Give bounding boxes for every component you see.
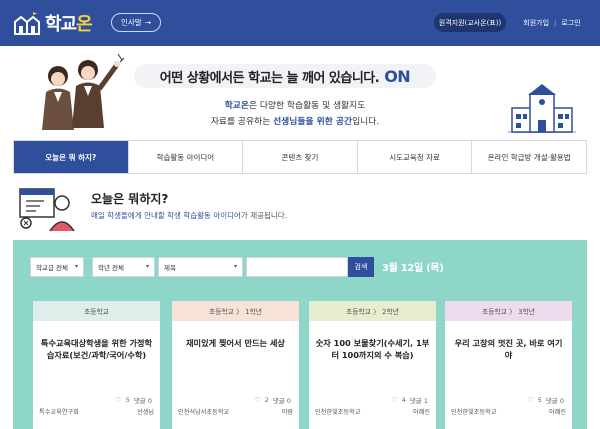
logo-text-on: 온	[76, 14, 93, 35]
heart-icon[interactable]: ♡	[255, 396, 261, 404]
hero-sub-line2c: 입니다.	[352, 117, 380, 127]
card-category: 초등학교 〉 3학년	[445, 301, 572, 321]
school-house-icon	[14, 12, 40, 35]
card-likes: 4	[401, 396, 406, 404]
current-date: 3월 12일 (목)	[382, 263, 444, 274]
card-title: 숫자 100 보물찾기(수세기, 1부터 100까지의 수 복습)	[315, 338, 430, 360]
activity-card[interactable]: 초등학교 〉 1학년 재미있게 찢어서 만드는 세상 ♡ 2 댓글 0 인천석남…	[172, 301, 299, 429]
search-button[interactable]: 검색	[348, 257, 374, 277]
hero-headline-text: 어떤 상황에서든 학교는 늘 깨어 있습니다.	[159, 70, 380, 86]
hero-headline: 어떤 상황에서든 학교는 늘 깨어 있습니다. ON	[134, 64, 436, 88]
hero-sub-line1: 은 다양한 학습활동 및 생활지도	[248, 101, 366, 111]
card-category: 초등학교	[33, 301, 160, 321]
card-org: 인천한빛초등학교	[315, 409, 361, 416]
grade-select[interactable]: 학년 전체 ▾	[92, 257, 155, 277]
heart-icon[interactable]: ♡	[116, 396, 122, 404]
card-org: 인천한빛초등학교	[451, 409, 497, 416]
hero-description: 학교온은 다양한 학습활동 및 생활지도 자료를 공유하는 선생님들을 위한 공…	[150, 98, 440, 130]
hero-sub-highlight: 선생님들을 위한 공간	[273, 117, 353, 127]
card-org: 특수교육연구회	[39, 409, 79, 416]
card-title: 우리 고장의 멋진 곳, 바로 여기야	[454, 338, 563, 360]
today-panel: 학교급 전체 ▾ 학년 전체 ▾ 제목 ▾ 검색 3월 12일 (목) 초등학교…	[13, 240, 587, 429]
tab-activity-ideas[interactable]: 학습활동 아이디어	[127, 141, 243, 173]
card-footer: 인천한빛초등학교 이혜진	[451, 407, 566, 416]
tab-online-class-guide[interactable]: 온라인 학급방 개설·활용법	[471, 141, 586, 173]
tab-today[interactable]: 오늘은 뭐 하지?	[14, 141, 128, 173]
tab-find-contents[interactable]: 콘텐츠 찾기	[242, 141, 357, 173]
school-level-select[interactable]: 학교급 전체 ▾	[30, 257, 84, 277]
hero-sub-brand: 학교온	[224, 101, 249, 111]
card-footer: 특수교육연구회 선생님	[39, 407, 154, 416]
tab-office-materials[interactable]: 시도교육청 자료	[356, 141, 472, 173]
account-links: 회원가입 | 로그인	[514, 13, 590, 32]
card-author: 선생님	[136, 409, 154, 416]
section-title: 오늘은 뭐하지?	[91, 192, 169, 206]
field-value: 제목	[164, 264, 176, 272]
card-likes: 2	[264, 396, 269, 404]
chevron-down-icon: ▾	[233, 263, 237, 270]
hero-banner: 어떤 상황에서든 학교는 늘 깨어 있습니다. ON 학교온은 다양한 학습활동…	[0, 46, 600, 140]
signup-link[interactable]: 회원가입	[523, 18, 549, 28]
search-input[interactable]	[246, 257, 348, 277]
login-link[interactable]: 로그인	[561, 18, 580, 28]
card-title: 재미있게 찢어서 만드는 세상	[186, 338, 285, 348]
section-description: 매일 학생들에게 안내할 학생 학습활동 아이디어가 제공됩니다.	[91, 210, 287, 221]
top-header: 학교온 인사말 → 원격지원(교사온(표)) 회원가입 | 로그인	[0, 0, 600, 46]
hero-headline-on: ON	[384, 66, 411, 86]
activity-card[interactable]: 초등학교 〉 3학년 우리 고장의 멋진 곳, 바로 여기야 ♡ 5 댓글 0 …	[445, 301, 572, 429]
card-footer: 인천한빛초등학교 이혜진	[315, 407, 430, 416]
teacher-board-icon	[19, 188, 75, 232]
heart-icon[interactable]: ♡	[528, 396, 534, 404]
card-author: 이혜진	[412, 409, 430, 416]
card-category: 초등학교 〉 1학년	[172, 301, 299, 321]
card-comments: 댓글 0	[272, 397, 291, 405]
students-illustration	[42, 53, 125, 130]
hero-sub-line2a: 자료를 공유하는	[210, 117, 274, 127]
arrow-right-icon: →	[144, 18, 151, 27]
card-org: 인천석남서초등학교	[178, 409, 230, 416]
section-desc-highlight: 매일 학생들에게 안내할 학생 학습활동 아이디어	[91, 211, 241, 220]
activity-card[interactable]: 초등학교 특수교육대상학생을 위한 가정학습자료(보건/과학/국어/수학) ♡ …	[33, 301, 160, 429]
main-tabs: 오늘은 뭐 하지? 학습활동 아이디어 콘텐츠 찾기 시도교육청 자료 온라인 …	[13, 140, 587, 174]
activity-card[interactable]: 초등학교 〉 2학년 숫자 100 보물찾기(수세기, 1부터 100까지의 수…	[309, 301, 436, 429]
section-desc-rest: 가 제공됩니다.	[240, 211, 288, 220]
school-building-illustration	[508, 84, 576, 133]
card-stats: ♡ 5 댓글 0	[528, 395, 564, 405]
card-comments: 댓글 0	[133, 397, 152, 405]
card-author: 이람	[281, 409, 293, 416]
greeting-button[interactable]: 인사말 →	[111, 13, 161, 32]
chevron-down-icon: ▾	[145, 263, 149, 270]
site-logo[interactable]: 학교온	[13, 10, 93, 36]
remote-support-button[interactable]: 원격지원(교사온(표))	[434, 13, 506, 32]
divider: |	[554, 18, 557, 27]
card-comments: 댓글 0	[545, 397, 564, 405]
card-author: 이혜진	[548, 409, 566, 416]
card-stats: ♡ 4 댓글 1	[392, 395, 428, 405]
chevron-down-icon: ▾	[74, 263, 78, 270]
field-select[interactable]: 제목 ▾	[158, 257, 243, 277]
card-likes: 5	[537, 396, 542, 404]
greeting-label: 인사말	[121, 18, 142, 27]
card-stats: ♡ 2 댓글 0	[255, 395, 291, 405]
grade-value: 학년 전체	[98, 264, 124, 272]
school-level-value: 학교급 전체	[36, 264, 68, 272]
heart-icon[interactable]: ♡	[392, 396, 398, 404]
card-likes: 5	[125, 396, 130, 404]
card-category: 초등학교 〉 2학년	[309, 301, 436, 321]
card-title: 특수교육대상학생을 위한 가정학습자료(보건/과학/국어/수학)	[40, 338, 153, 360]
card-stats: ♡ 5 댓글 0	[116, 395, 152, 405]
logo-text: 학교	[45, 14, 77, 35]
card-footer: 인천석남서초등학교 이람	[178, 407, 293, 416]
card-comments: 댓글 1	[409, 397, 428, 405]
